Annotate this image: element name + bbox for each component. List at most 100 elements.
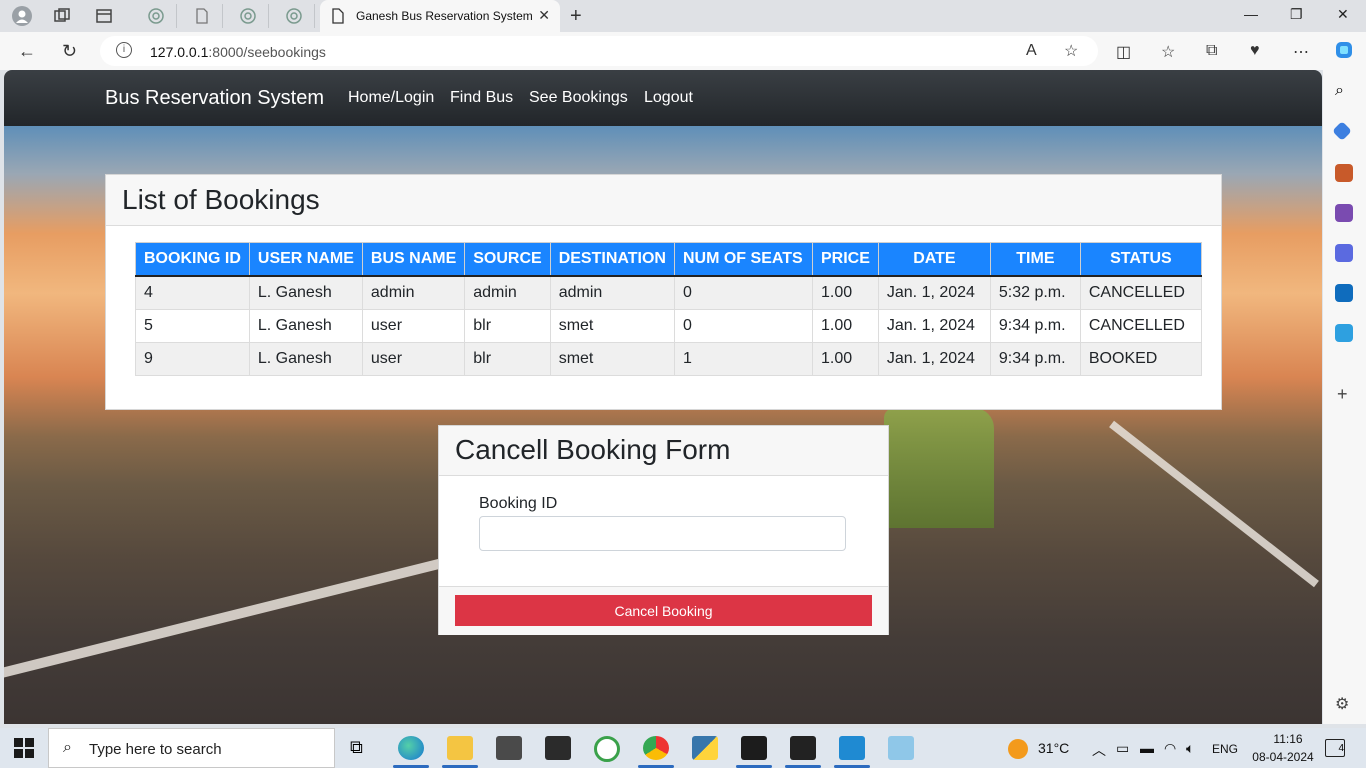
back-icon[interactable]: ← xyxy=(18,41,36,62)
cell-source: admin xyxy=(464,275,551,310)
vscode-app-icon[interactable] xyxy=(839,736,865,760)
python-app-icon[interactable] xyxy=(692,736,718,760)
chrome-app-icon[interactable] xyxy=(643,736,669,760)
weather-icon[interactable] xyxy=(1008,739,1028,759)
cell-num-seats: 1 xyxy=(673,342,813,376)
cell-status: CANCELLED xyxy=(1079,309,1202,343)
profile-icon[interactable] xyxy=(12,6,32,26)
booking-id-input[interactable] xyxy=(479,516,846,551)
tools-icon[interactable] xyxy=(1335,164,1353,182)
cell-booking-id: 4 xyxy=(135,275,250,310)
cell-date: Jan. 1, 2024 xyxy=(877,342,991,376)
document-icon xyxy=(196,8,208,24)
taskbar-search[interactable]: ⌕ Type here to search xyxy=(48,728,335,768)
chatgpt-app-icon[interactable] xyxy=(594,736,620,762)
nav-link-see-bookings[interactable]: See Bookings xyxy=(529,89,628,107)
column-header: DESTINATION xyxy=(549,242,675,277)
cmd-app-icon[interactable] xyxy=(741,736,767,760)
search-icon[interactable]: ⌕ xyxy=(1335,82,1344,100)
cell-source: blr xyxy=(464,309,551,343)
battery-icon[interactable]: ▬ xyxy=(1140,740,1154,756)
page-viewport: Bus Reservation System Home/Login Find B… xyxy=(4,70,1322,724)
booking-id-label: Booking ID xyxy=(479,495,558,512)
microsoft365-icon[interactable] xyxy=(1335,244,1353,262)
pinned-tab-chatgpt-3[interactable] xyxy=(274,4,315,28)
column-header: TIME xyxy=(989,242,1081,277)
terminal-app-icon[interactable] xyxy=(545,736,571,760)
cell-destination: smet xyxy=(549,342,675,376)
cell-destination: admin xyxy=(549,275,675,310)
tab-active[interactable]: Ganesh Bus Reservation System ✕ xyxy=(320,0,560,32)
language-indicator[interactable]: ENG xyxy=(1212,742,1238,756)
cell-date: Jan. 1, 2024 xyxy=(877,275,991,310)
device-icon[interactable]: ▭ xyxy=(1116,740,1129,757)
workspaces-icon[interactable] xyxy=(52,6,72,26)
cell-status: CANCELLED xyxy=(1079,275,1202,310)
tab-actions-icon[interactable] xyxy=(94,6,114,26)
bookings-table: BOOKING ID USER NAME BUS NAME SOURCE DES… xyxy=(135,242,1202,376)
pinned-tab-document[interactable] xyxy=(182,4,223,28)
task-view-icon[interactable]: ⧉ xyxy=(350,737,363,758)
drop-icon[interactable] xyxy=(1335,324,1353,342)
address-bar[interactable]: i 127.0.0.1:8000/seebookings A ☆ xyxy=(100,36,1098,66)
cell-status: BOOKED xyxy=(1079,342,1202,376)
mail-app-icon[interactable] xyxy=(496,736,522,760)
browser-essentials-icon[interactable]: ♥ xyxy=(1250,42,1260,60)
volume-icon[interactable]: 🔈︎ xyxy=(1186,740,1194,757)
copilot-icon[interactable] xyxy=(1334,40,1354,65)
windows-start-icon[interactable] xyxy=(14,738,34,758)
site-info-icon[interactable]: i xyxy=(116,42,132,58)
shopping-tag-icon[interactable] xyxy=(1332,121,1352,141)
cancel-booking-button[interactable]: Cancel Booking xyxy=(455,595,872,626)
windows-taskbar: ⌕ Type here to search ⧉ xyxy=(0,728,1366,768)
column-header: SOURCE xyxy=(464,242,551,277)
photos-app-icon[interactable] xyxy=(790,736,816,760)
temperature[interactable]: 31°C xyxy=(1038,740,1069,756)
refresh-icon[interactable]: ↻ xyxy=(62,41,77,62)
bookings-card-header: List of Bookings xyxy=(106,175,1221,226)
pinned-tab-chatgpt-2[interactable] xyxy=(228,4,269,28)
taskbar-search-placeholder: Type here to search xyxy=(89,741,222,758)
favorites-icon[interactable]: ☆ xyxy=(1161,42,1175,62)
brand-title[interactable]: Bus Reservation System xyxy=(105,87,324,110)
close-window-icon[interactable]: ✕ xyxy=(1337,6,1349,23)
table-row: 9 L. Ganesh user blr smet 1 1.00 Jan. 1,… xyxy=(135,342,1202,376)
nav-link-find-bus[interactable]: Find Bus xyxy=(450,89,513,107)
column-header: NUM OF SEATS xyxy=(673,242,813,277)
column-header: DATE xyxy=(877,242,991,277)
tab-close-icon[interactable]: ✕ xyxy=(538,7,550,24)
edge-app-icon[interactable] xyxy=(398,736,424,760)
clock-time[interactable]: 11:16 xyxy=(1263,732,1313,746)
notification-icon[interactable]: 4 xyxy=(1325,739,1345,757)
sidebar-settings-icon[interactable]: ⚙ xyxy=(1335,694,1349,714)
clock-date[interactable]: 08-04-2024 xyxy=(1248,750,1318,764)
new-tab-icon[interactable]: + xyxy=(570,5,582,28)
read-aloud-icon[interactable]: A xyxy=(1026,42,1037,60)
restore-icon[interactable]: ❐ xyxy=(1290,6,1303,23)
cell-bus-name: user xyxy=(361,342,466,376)
wifi-icon[interactable]: ◠ xyxy=(1164,740,1176,757)
file-explorer-icon[interactable] xyxy=(447,736,473,760)
more-menu-icon[interactable]: ⋯ xyxy=(1293,42,1309,62)
favorite-star-icon[interactable]: ☆ xyxy=(1064,41,1078,61)
games-icon[interactable] xyxy=(1335,204,1353,222)
cell-bus-name: admin xyxy=(361,275,466,310)
search-icon: ⌕ xyxy=(63,739,72,756)
column-header: STATUS xyxy=(1079,242,1202,277)
cell-user-name: L. Ganesh xyxy=(248,309,363,343)
cell-time: 9:34 p.m. xyxy=(989,309,1081,343)
show-hidden-icons[interactable]: ︿ xyxy=(1092,740,1106,760)
outlook-icon[interactable] xyxy=(1335,284,1353,302)
minimize-icon[interactable]: — xyxy=(1244,6,1258,22)
url-text[interactable]: 127.0.0.1:8000/seebookings xyxy=(150,44,326,60)
collections-icon[interactable]: ⧉ xyxy=(1206,42,1217,60)
cell-price: 1.00 xyxy=(811,309,879,343)
split-screen-icon[interactable]: ◫ xyxy=(1116,42,1131,62)
pinned-tab-chatgpt-1[interactable] xyxy=(136,4,177,28)
table-row: 4 L. Ganesh admin admin admin 0 1.00 Jan… xyxy=(135,275,1202,310)
add-sidebar-app-icon[interactable]: + xyxy=(1337,384,1348,405)
cancel-card-footer: Cancel Booking xyxy=(439,586,888,635)
notepad-app-icon[interactable] xyxy=(888,736,914,760)
nav-link-logout[interactable]: Logout xyxy=(644,89,693,107)
nav-link-home-login[interactable]: Home/Login xyxy=(348,89,434,107)
